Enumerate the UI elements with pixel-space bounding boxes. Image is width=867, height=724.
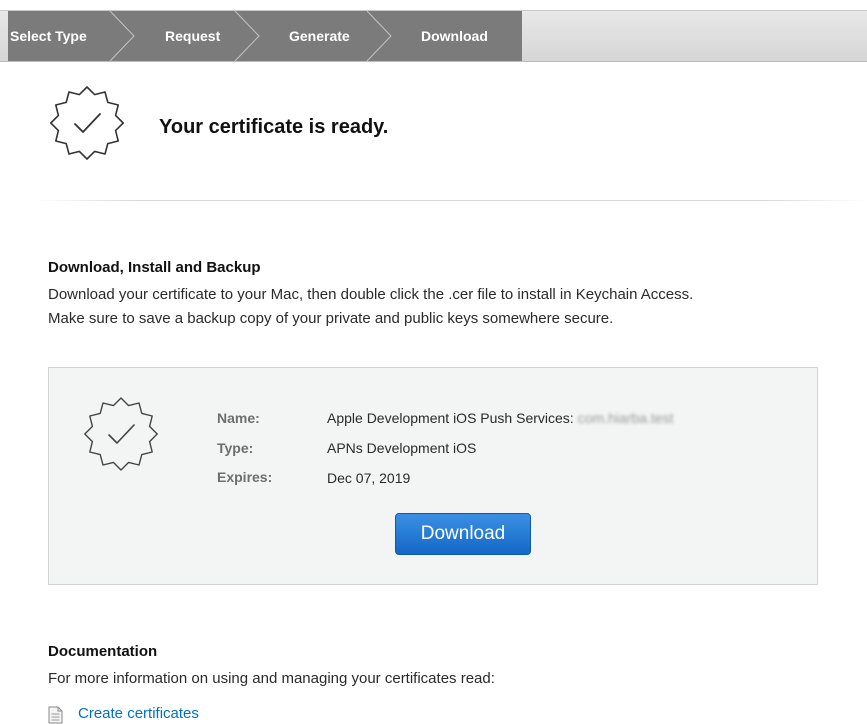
steps-container: Select Type Request Generate Download	[8, 11, 522, 61]
step-chevron-icon	[234, 11, 260, 61]
certificate-seal-icon	[49, 86, 124, 160]
certificate-seal-icon	[84, 397, 158, 471]
certificate-panel: Name: Apple Development iOS Push Service…	[48, 367, 818, 585]
name-label: Name:	[217, 410, 260, 426]
step-progress-bar: Select Type Request Generate Download	[0, 10, 867, 62]
name-value: Apple Development iOS Push Services: com.…	[327, 410, 673, 426]
type-value: APNs Development iOS	[327, 440, 477, 456]
step-chevron-icon	[109, 11, 135, 61]
download-instructions-line1: Download your certificate to your Mac, t…	[48, 286, 694, 303]
download-button[interactable]: Download	[395, 513, 531, 555]
download-instructions-line2: Make sure to save a backup copy of your …	[48, 310, 614, 327]
documentation-title: Documentation	[48, 643, 158, 660]
step-chevron-icon	[366, 11, 392, 61]
create-certificates-link[interactable]: Create certificates	[78, 705, 199, 722]
step-select-type: Select Type	[10, 28, 87, 44]
step-request: Request	[165, 28, 221, 44]
type-label: Type:	[217, 440, 254, 456]
document-icon	[48, 706, 63, 724]
name-value-text: Apple Development iOS Push Services:	[327, 410, 574, 426]
step-download: Download	[421, 28, 488, 44]
expires-value: Dec 07, 2019	[327, 470, 411, 486]
download-section-title: Download, Install and Backup	[48, 259, 261, 276]
documentation-text: For more information on using and managi…	[48, 670, 495, 687]
section-divider	[34, 200, 867, 201]
page-title: Your certificate is ready.	[159, 116, 389, 138]
redacted-bundle-id: com.hiarba.test	[577, 410, 674, 426]
step-generate: Generate	[289, 28, 350, 44]
expires-label: Expires:	[217, 469, 273, 485]
